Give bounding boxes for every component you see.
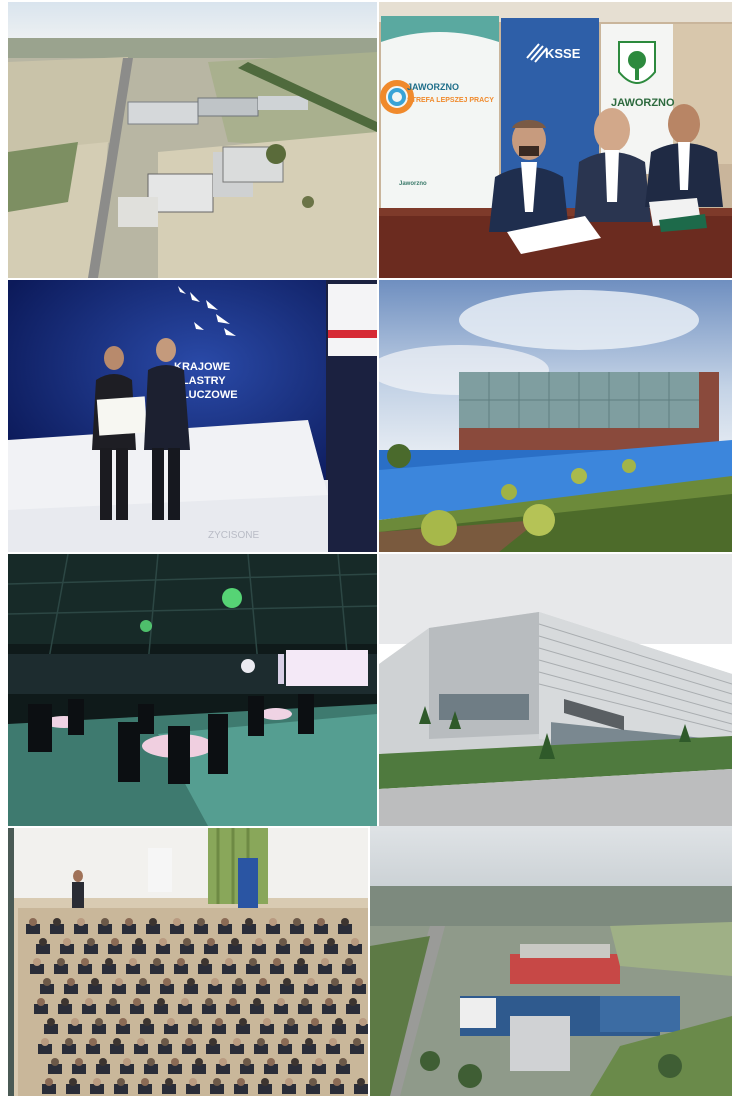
photo-aerial-city	[370, 826, 732, 1096]
photo-office-building	[379, 280, 732, 552]
banner-left-subtitle: STREFA LEPSZEJ PRACY	[407, 97, 494, 104]
photo-award-stage: KRAJOWE KLASTRY KLUCZOWE ZYCISONE	[8, 280, 377, 552]
photo-signing-ceremony: JAWORZNO STREFA LEPSZEJ PRACY Jaworzno K…	[379, 2, 732, 278]
photo-conference-audience	[8, 828, 368, 1096]
photo-factory-exterior	[379, 554, 732, 826]
stage-floor-text: ZYCISONE	[208, 530, 259, 541]
banner-left-small: Jaworzno	[399, 181, 427, 187]
photo-aerial-industrial-park	[8, 2, 377, 278]
banner-left-title: JAWORZNO	[407, 82, 459, 92]
photo-gala-hall	[8, 554, 377, 826]
banner-ksse-logo-text: KSSE	[545, 46, 581, 61]
banner-jaworzno-text: JAWORZNO	[611, 97, 675, 109]
